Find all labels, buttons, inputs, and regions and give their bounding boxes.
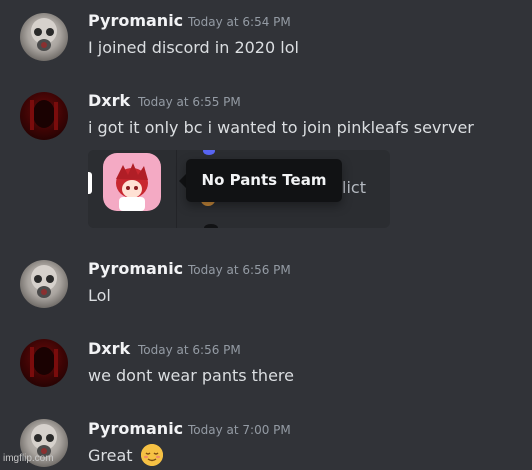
member-avatar bbox=[203, 150, 215, 155]
timestamp: Today at 6:54 PM bbox=[188, 15, 291, 29]
embed-divider bbox=[176, 150, 177, 228]
dark-figure-icon bbox=[30, 100, 58, 130]
embed-partial-text: lict bbox=[342, 178, 366, 197]
author-name[interactable]: Dxrk bbox=[88, 91, 130, 110]
timestamp: Today at 6:56 PM bbox=[188, 263, 291, 277]
gas-mask-icon bbox=[31, 265, 57, 298]
avatar[interactable] bbox=[20, 339, 68, 387]
avatar[interactable] bbox=[20, 13, 68, 61]
server-icon[interactable] bbox=[103, 153, 161, 211]
message-text: i got it only bc i wanted to join pinkle… bbox=[88, 118, 474, 137]
member-avatar bbox=[204, 224, 218, 228]
timestamp: Today at 7:00 PM bbox=[188, 423, 291, 437]
avatar[interactable] bbox=[20, 260, 68, 308]
dark-figure-icon bbox=[30, 347, 58, 377]
gas-mask-icon bbox=[31, 18, 57, 51]
message-text: Great bbox=[88, 446, 133, 465]
timestamp: Today at 6:55 PM bbox=[138, 95, 241, 109]
author-name[interactable]: Pyromanic bbox=[88, 11, 183, 30]
author-name[interactable]: Dxrk bbox=[88, 339, 130, 358]
relieved-face-icon bbox=[141, 444, 163, 466]
tooltip-arrow bbox=[179, 174, 186, 188]
message-text: Lol bbox=[88, 286, 111, 305]
timestamp: Today at 6:56 PM bbox=[138, 343, 241, 357]
avatar[interactable] bbox=[20, 92, 68, 140]
author-name[interactable]: Pyromanic bbox=[88, 259, 183, 278]
anime-character-icon bbox=[116, 163, 148, 211]
server-name-tooltip: No Pants Team bbox=[186, 159, 342, 202]
watermark: imgflip.com bbox=[3, 453, 54, 464]
message-text: I joined discord in 2020 lol bbox=[88, 38, 299, 57]
author-name[interactable]: Pyromanic bbox=[88, 419, 183, 438]
message-text: we dont wear pants there bbox=[88, 366, 294, 385]
unread-indicator bbox=[88, 172, 92, 194]
